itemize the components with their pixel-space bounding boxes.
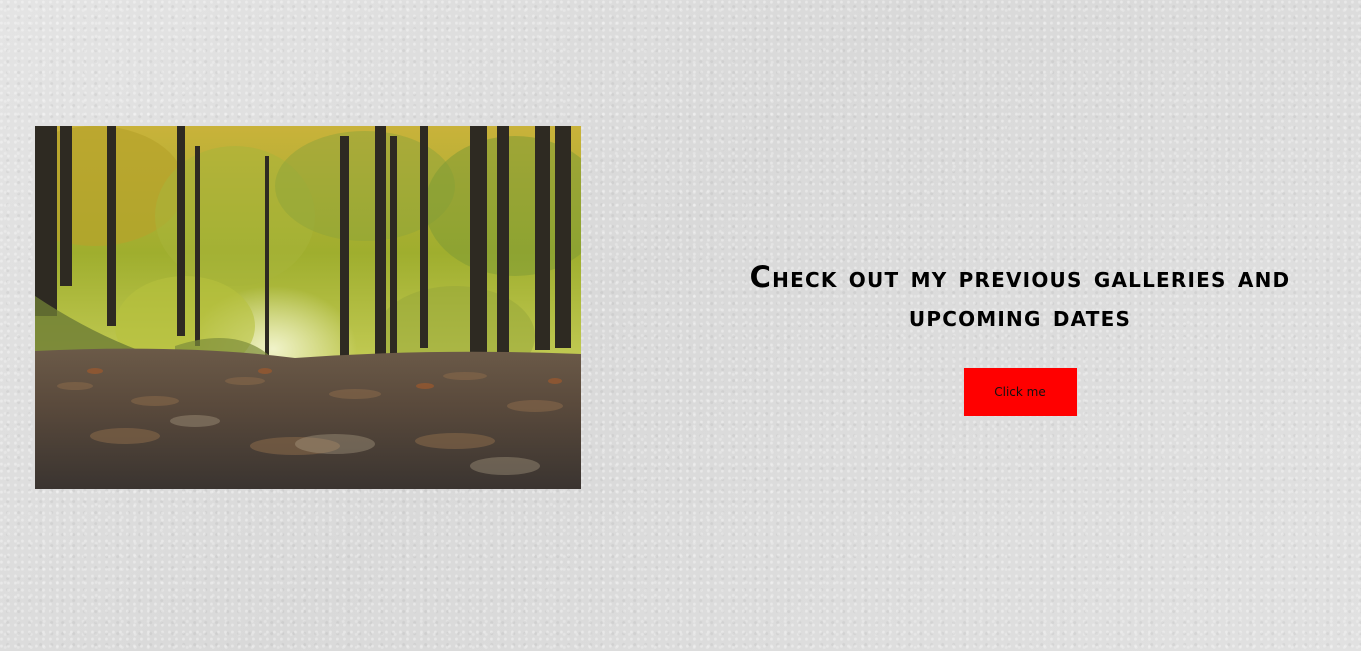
cta-heading: Check out my previous galleries and upco…: [749, 260, 1291, 333]
forest-path-photo: [35, 126, 581, 489]
click-me-button[interactable]: Click me: [963, 368, 1077, 416]
gallery-cta-panel: Check out my previous galleries and upco…: [700, 258, 1340, 416]
forest-path-image: [35, 126, 581, 489]
